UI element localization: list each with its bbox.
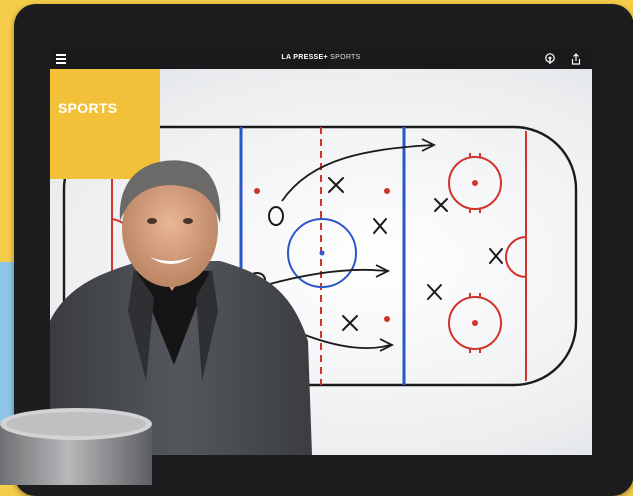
brand-name: LA PRESSE+ xyxy=(281,54,328,61)
header-section: SPORTS xyxy=(330,54,361,61)
faceoff-dot xyxy=(384,316,390,322)
smart-speaker xyxy=(0,408,152,485)
app-header: LA PRESSE+ SPORTS xyxy=(50,49,592,69)
faceoff-dot xyxy=(384,188,390,194)
header-title: LA PRESSE+ SPORTS xyxy=(50,54,592,61)
goal-crease xyxy=(505,236,527,278)
faceoff-dot xyxy=(472,320,478,326)
player-x-marks xyxy=(328,177,503,331)
podcast-icon[interactable] xyxy=(544,53,556,65)
center-dot xyxy=(319,250,325,256)
faceoff-dot xyxy=(472,180,478,186)
app-screen: SPORTS LA PRESSE+ SPORTS xyxy=(50,49,592,455)
share-icon[interactable] xyxy=(570,53,582,65)
